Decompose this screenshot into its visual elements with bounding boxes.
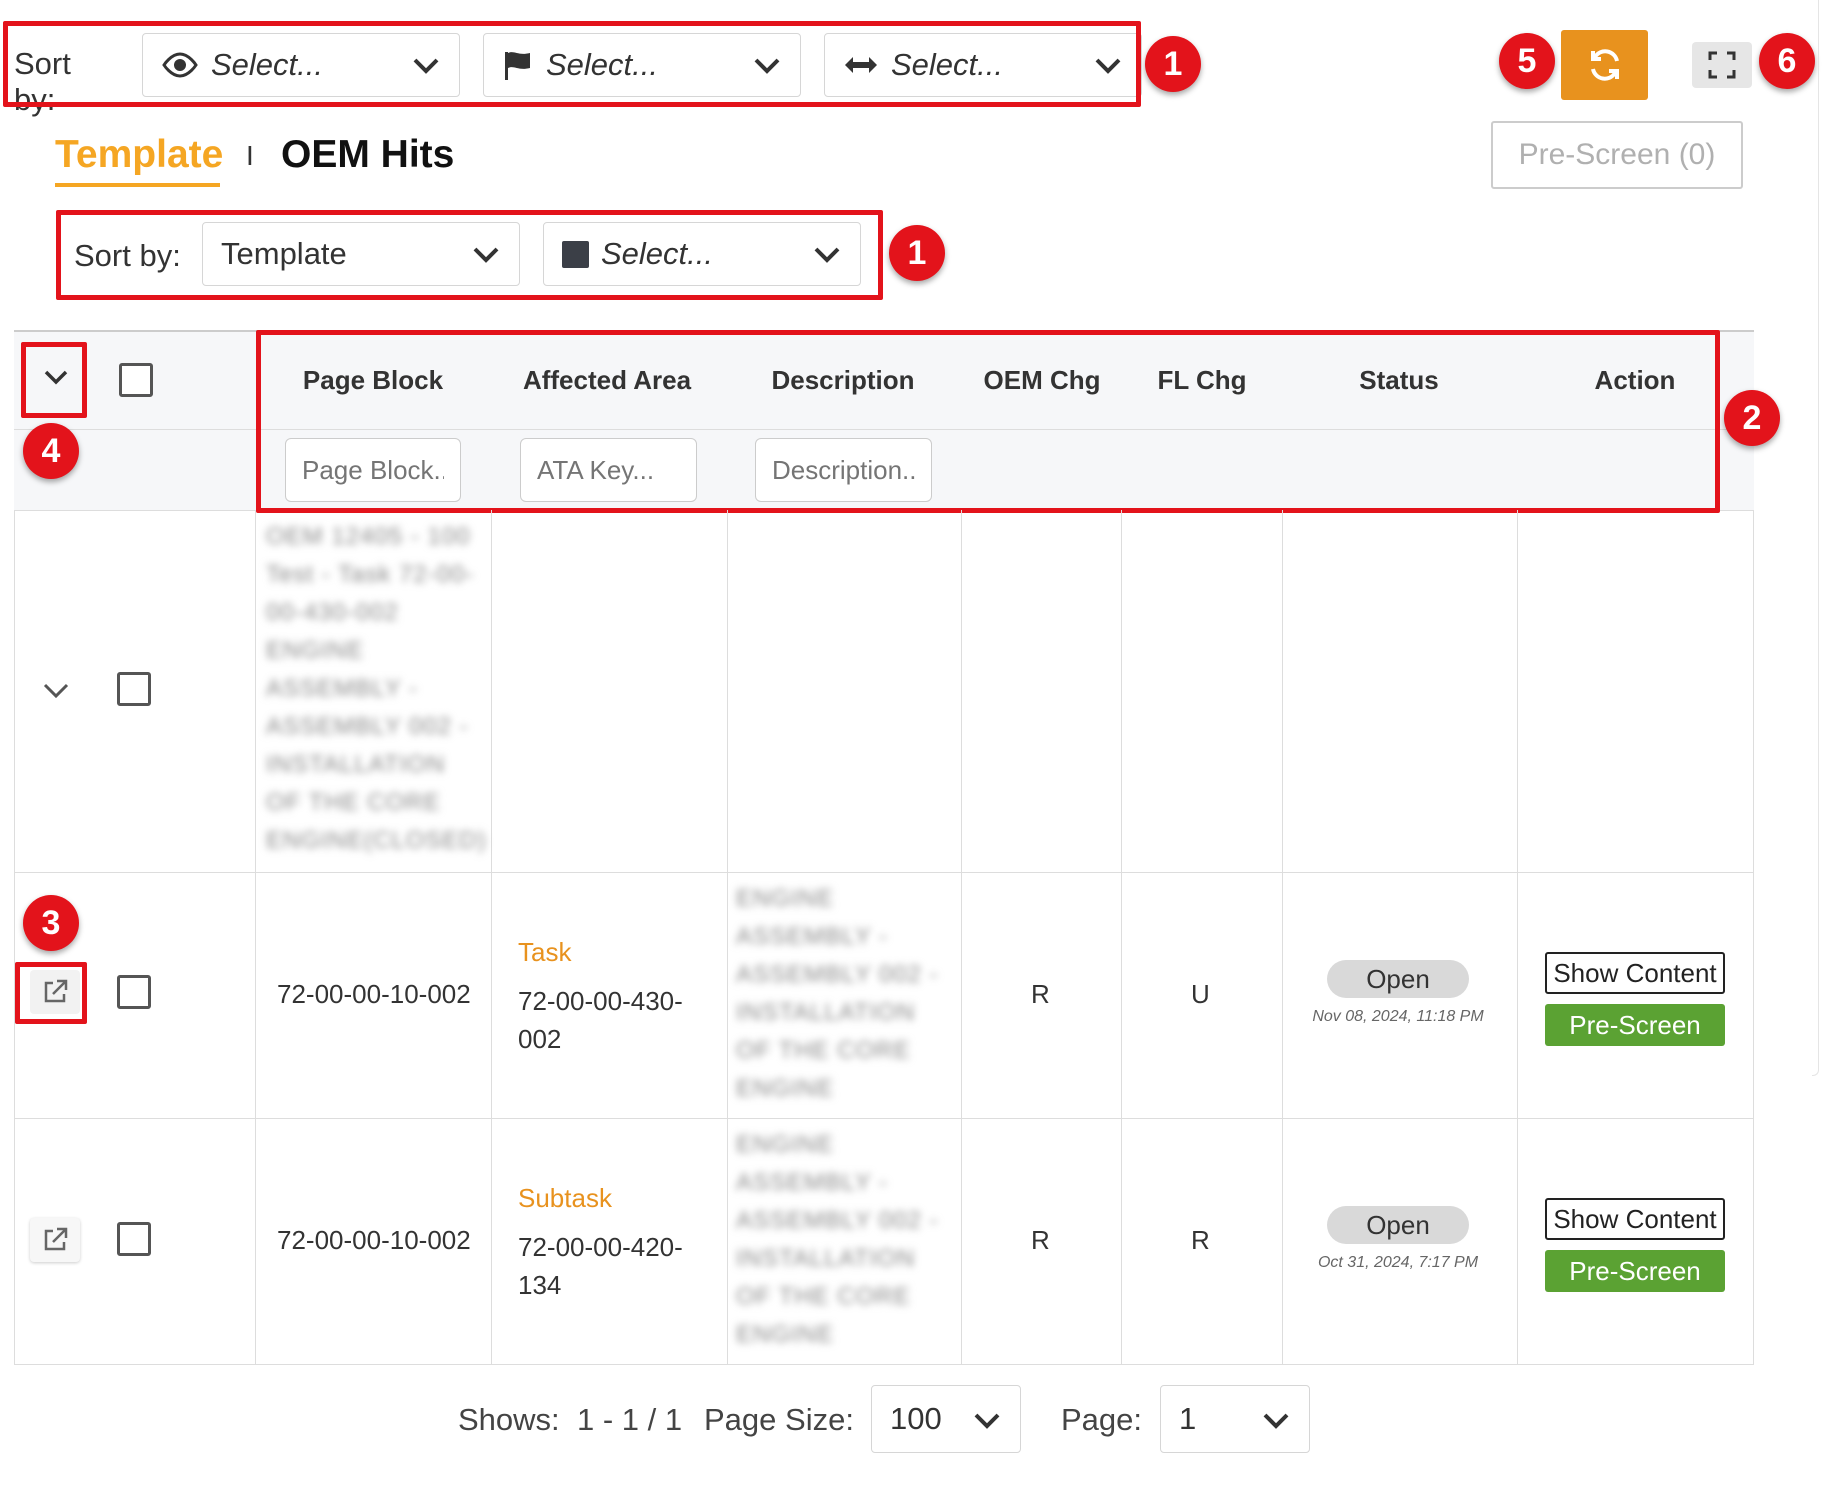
show-content-button[interactable]: Show Content	[1545, 952, 1725, 994]
blurred-line: ENGINE	[266, 637, 365, 664]
callout-box-2	[256, 330, 1720, 513]
fl-chg-value: U	[1191, 979, 1210, 1009]
oem-chg-value: R	[1031, 1225, 1050, 1255]
page-size-label: Page Size:	[704, 1402, 854, 1437]
area-code-line2: 134	[518, 1270, 562, 1300]
tab-separator: I	[246, 140, 254, 171]
external-link-icon	[44, 1227, 68, 1251]
area-code-line1: 72-00-00-430-	[518, 986, 683, 1016]
blurred-line: INSTALLATION	[266, 751, 446, 778]
description-blurred-text: ENGINE ASSEMBLY - ASSEMBLY 002 - INSTALL…	[736, 1126, 956, 1354]
status-badge: Open	[1327, 960, 1469, 998]
page-block-value: 72-00-00-10-002	[277, 979, 471, 1009]
show-content-button[interactable]: Show Content	[1545, 1198, 1725, 1240]
blurred-line: 00-430-002	[266, 599, 399, 626]
callout-box-1-sub	[56, 210, 883, 300]
area-code-line1: 72-00-00-420-	[518, 1232, 683, 1262]
pre-screen-button[interactable]: Pre-Screen	[1545, 1004, 1725, 1046]
row-checkbox[interactable]	[117, 975, 151, 1009]
fl-chg-value: R	[1191, 1225, 1210, 1255]
table-row: 72-00-00-10-002 Task 72-00-00-430- 002 E…	[14, 872, 1754, 1118]
blurred-line: ASSEMBLY -	[736, 923, 888, 950]
blurred-line: ENGINE	[736, 1075, 835, 1102]
callout-badge-4: 3	[23, 895, 79, 951]
tab-oem-hits[interactable]: OEM Hits	[281, 133, 454, 177]
open-external-button[interactable]	[30, 1218, 80, 1262]
blurred-line: INSTALLATION	[736, 999, 916, 1026]
callout-badge-1-sub: 1	[889, 225, 945, 281]
chevron-down-icon	[43, 683, 69, 699]
blurred-line: ASSEMBLY -	[266, 675, 418, 702]
callout-badge-1-top: 1	[1145, 36, 1201, 92]
area-code-line2: 002	[518, 1024, 562, 1054]
blurred-line: OEM 12405 - 100	[266, 523, 471, 550]
callout-badge-6: 6	[1759, 33, 1815, 89]
callout-badge-3: 4	[23, 423, 79, 479]
callout-box-1-top	[3, 21, 1141, 107]
blurred-line: ASSEMBLY 002 -	[736, 961, 939, 988]
tab-template-underline	[55, 183, 220, 187]
status-timestamp: Nov 08, 2024, 11:18 PM	[1312, 1008, 1484, 1025]
shows-label: Shows:	[458, 1402, 560, 1437]
select-all-checkbox[interactable]	[119, 363, 153, 397]
fullscreen-button[interactable]	[1692, 42, 1752, 88]
blurred-line: INSTALLATION	[736, 1245, 916, 1272]
blurred-line: ENGINE	[736, 885, 835, 912]
page-block-value: 72-00-00-10-002	[277, 1225, 471, 1255]
callout-badge-2: 2	[1724, 390, 1780, 446]
blurred-line: ASSEMBLY 002 -	[736, 1207, 939, 1234]
shows-value: 1 - 1 / 1	[577, 1402, 683, 1437]
pre-screen-top-button[interactable]: Pre-Screen (0)	[1491, 121, 1743, 189]
callout-box-4	[15, 962, 87, 1024]
oem-chg-value: R	[1031, 979, 1050, 1009]
page-size-value: 100	[890, 1401, 942, 1436]
page-label: Page:	[1061, 1402, 1143, 1437]
expand-icon	[1708, 51, 1736, 79]
table-row-group: OEM 12405 - 100 Test - Task 72-00- 00-43…	[14, 510, 1754, 872]
status-timestamp: Oct 31, 2024, 7:17 PM	[1317, 1254, 1479, 1271]
page-select[interactable]: 1	[1160, 1385, 1310, 1453]
refresh-icon	[1590, 49, 1619, 81]
tab-template[interactable]: Template	[55, 133, 223, 177]
blurred-line: ASSEMBLY -	[736, 1169, 888, 1196]
area-type-link[interactable]: Subtask	[518, 1183, 612, 1214]
area-type-link[interactable]: Task	[518, 937, 571, 968]
page-block-blurred-text: OEM 12405 - 100 Test - Task 72-00- 00-43…	[266, 518, 486, 860]
side-panel-edge	[1812, 0, 1819, 1076]
pre-screen-button[interactable]: Pre-Screen	[1545, 1250, 1725, 1292]
table-row: 72-00-00-10-002 Subtask 72-00-00-420- 13…	[14, 1118, 1754, 1364]
row-expand-toggle[interactable]	[36, 670, 76, 710]
blurred-line: ENGINE	[736, 1321, 835, 1348]
blurred-line: OF THE CORE	[266, 789, 441, 816]
blurred-line: OF THE CORE	[736, 1283, 911, 1310]
description-blurred-text: ENGINE ASSEMBLY - ASSEMBLY 002 - INSTALL…	[736, 880, 956, 1108]
blurred-line: OF THE CORE	[736, 1037, 911, 1064]
blurred-line: Test - Task 72-00-	[266, 561, 475, 588]
table-bottom-border	[14, 1364, 1754, 1365]
callout-box-3	[21, 342, 87, 418]
row-checkbox[interactable]	[117, 672, 151, 706]
blurred-line: ENGINE	[736, 1131, 835, 1158]
row-checkbox[interactable]	[117, 1222, 151, 1256]
callout-badge-5: 5	[1499, 33, 1555, 89]
page-size-select[interactable]: 100	[871, 1385, 1021, 1453]
page-value: 1	[1179, 1401, 1197, 1436]
blurred-line: ASSEMBLY 002 -	[266, 713, 469, 740]
chevron-down-icon	[974, 1413, 1000, 1429]
chevron-down-icon	[1263, 1413, 1289, 1429]
refresh-button[interactable]	[1561, 30, 1648, 100]
status-badge: Open	[1327, 1206, 1469, 1244]
blurred-line: ENGINE(CLOSED)	[266, 827, 487, 854]
